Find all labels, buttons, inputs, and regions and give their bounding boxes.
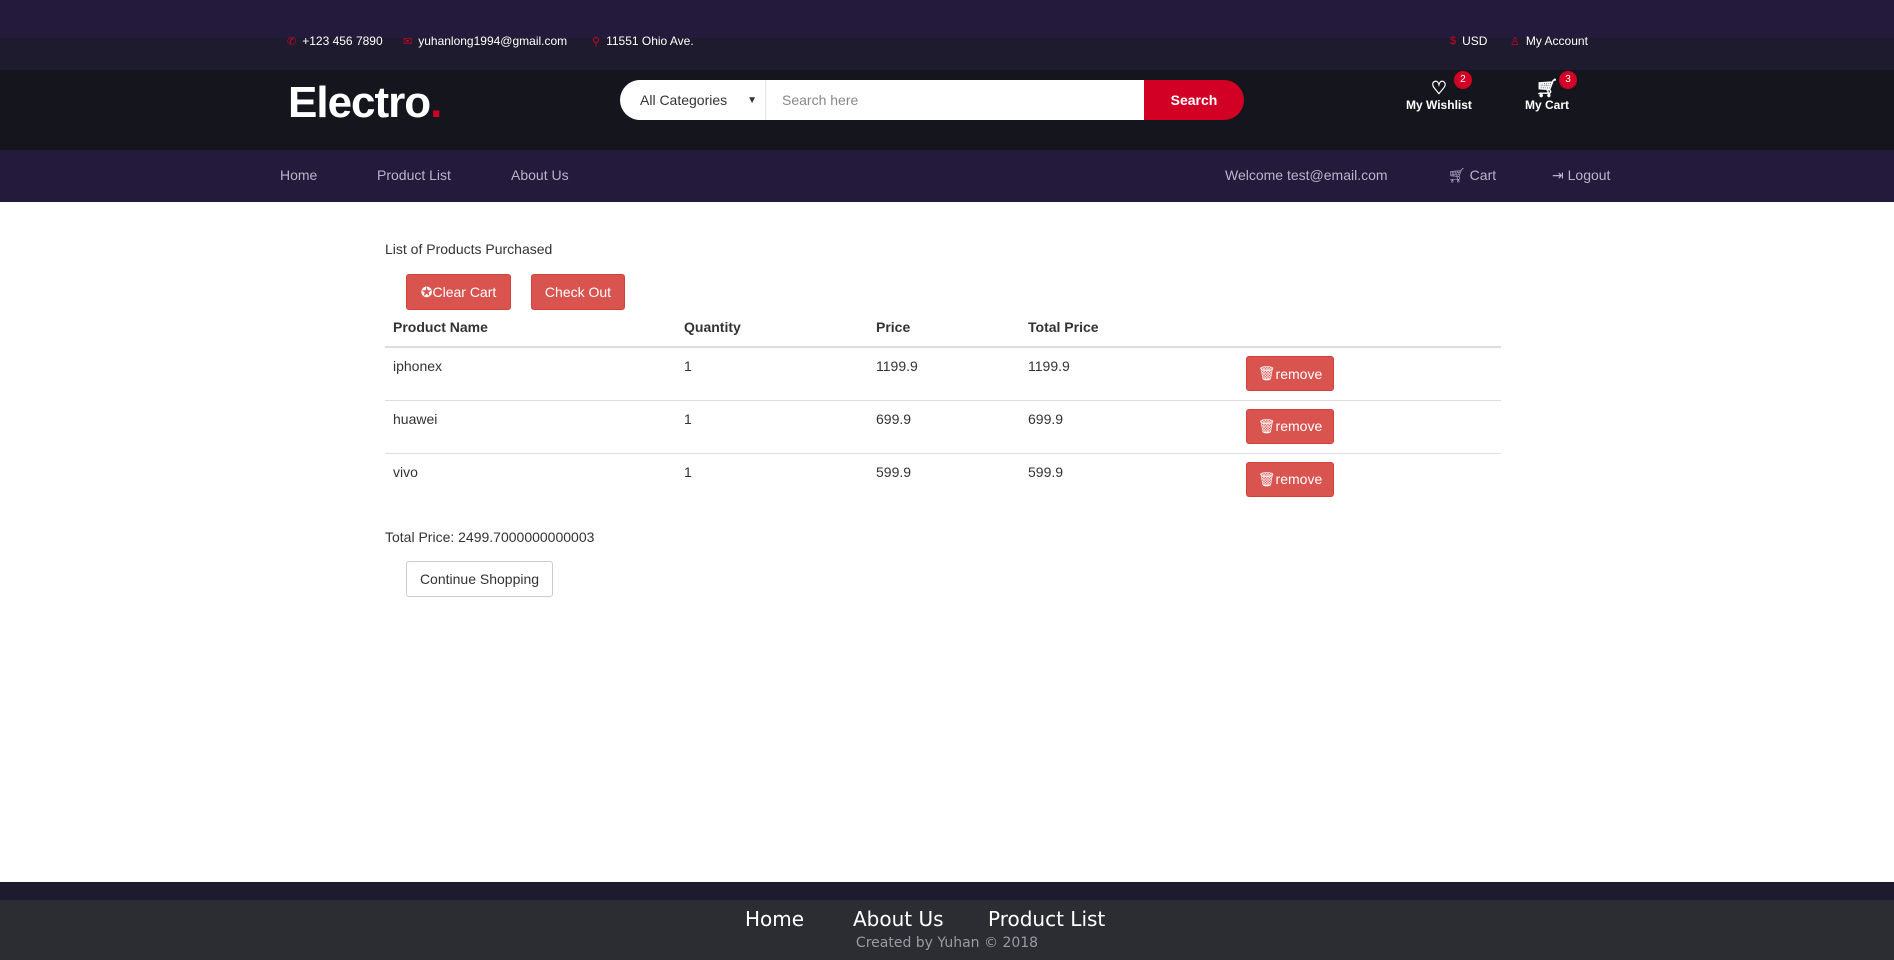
remove-label: remove [1275,418,1323,434]
address-text: 11551 Ohio Ave. [606,34,694,48]
check-out-button[interactable]: Check Out [531,274,625,310]
clear-icon: ✪ [420,283,433,300]
remove-label: remove [1275,471,1323,487]
total-price: 599.9 [1020,452,1238,506]
top-strip [0,0,1894,38]
product-name: iphonex [385,346,676,400]
column-header-actions [1238,317,1501,348]
table-row: huawei 1 699.9 699.9 🗑︎ remove [385,399,1501,453]
footer-inner [0,900,1894,960]
envelope-icon: ✉ [403,35,413,48]
logo[interactable]: Electro. [288,78,442,128]
my-account-link[interactable]: ♙ My Account [1510,34,1588,48]
trash-icon: 🗑︎ [1257,365,1276,381]
footer-link-product-list[interactable]: Product List [988,907,1105,931]
search-bar: All Categories ▼ Search [620,80,1244,120]
scrollbar[interactable] [1876,70,1894,150]
cart-label: My Cart [1525,98,1570,112]
total-price-label: Total Price: 2499.7000000000003 [385,529,595,545]
remove-button[interactable]: 🗑︎ remove [1246,408,1334,444]
nav-home[interactable]: Home [280,167,317,183]
phone-link[interactable]: ✆ +123 456 7890 [287,34,383,48]
main-nav: Home Product List About Us Welcome test@… [0,150,1894,202]
nav-logout[interactable]: ⇥ Logout [1552,167,1610,184]
category-select[interactable]: All Categories ▼ [620,80,766,120]
remove-button[interactable]: 🗑︎ remove [1246,461,1334,497]
nav-welcome[interactable]: Welcome test@email.com [1225,167,1388,183]
continue-shopping-button[interactable]: Continue Shopping [406,561,553,597]
account-text: My Account [1525,34,1588,48]
footer-link-about[interactable]: About Us [853,907,944,931]
total-price: 699.9 [1020,399,1238,453]
quantity: 1 [676,399,868,453]
quantity: 1 [676,452,868,506]
remove-label: remove [1275,365,1323,382]
phone-text: +123 456 7890 [302,34,383,48]
nav-product-list[interactable]: Product List [377,167,451,183]
actions-cell: 🗑︎ remove [1238,452,1501,506]
price: 1199.9 [868,346,1020,400]
phone-icon: ✆ [287,35,297,48]
trash-icon: 🗑︎ [1257,417,1276,434]
column-header: Product Name [385,317,676,348]
currency-text: USD [1462,34,1488,48]
currency-link[interactable]: $ USD [1450,34,1487,48]
chevron-down-icon: ▼ [747,94,757,106]
cart-table: Product Name Quantity Price Total Price … [385,317,1501,506]
user-icon: ♙ [1510,35,1520,48]
page-title: List of Products Purchased [385,241,553,257]
trash-icon: 🗑︎ [1257,470,1276,487]
column-header: Price [868,317,1020,348]
clear-cart-label: Clear Cart [432,284,497,300]
quantity: 1 [676,346,868,400]
logo-dot: . [430,78,442,127]
map-marker-icon: ⚲ [592,35,601,48]
footer-credit: Created by Yuhan © 2018 [855,935,1039,951]
table-row: iphonex 1 1199.9 1199.9 🗑︎ remove [385,346,1501,400]
footer-link-home[interactable]: Home [745,907,804,931]
price: 599.9 [868,452,1020,506]
total-price: 1199.9 [1020,346,1238,400]
product-name: vivo [385,452,676,506]
nav-cart[interactable]: 🛒︎ Cart [1448,167,1496,184]
wishlist-count-badge: 2 [1453,71,1472,89]
logo-text: Electro [288,78,431,127]
dollar-icon: $ [1450,35,1457,47]
nav-cart-label: Cart [1469,167,1497,183]
nav-about[interactable]: About Us [511,167,569,183]
logout-icon: ⇥ [1552,167,1568,183]
search-button[interactable]: Search [1144,80,1244,120]
cart-icon: 🛒︎ [1448,167,1470,183]
clear-cart-button[interactable]: ✪ Clear Cart [406,274,511,310]
remove-button[interactable]: 🗑︎ remove [1246,356,1334,391]
column-header: Total Price [1020,317,1238,348]
actions-cell: 🗑︎ remove [1238,346,1501,400]
email-text: yuhanlong1994@gmail.com [418,34,568,48]
product-name: huawei [385,399,676,453]
email-link[interactable]: ✉ yuhanlong1994@gmail.com [403,34,567,48]
wishlist-link[interactable]: ♡ My Wishlist 2 [1406,71,1472,112]
address-link[interactable]: ⚲ 11551 Ohio Ave. [592,34,694,48]
category-value: All Categories [640,92,728,108]
wishlist-label: My Wishlist [1406,98,1472,112]
nav-logout-label: Logout [1567,167,1611,183]
column-header: Quantity [676,317,868,348]
cart-count-badge: 3 [1559,71,1578,89]
actions-cell: 🗑︎ remove [1238,399,1501,453]
cart-link[interactable]: 🛒︎ My Cart 3 [1525,71,1578,112]
search-input[interactable] [766,80,1144,120]
price: 699.9 [868,399,1020,453]
table-row: vivo 1 599.9 599.9 🗑︎ remove [385,452,1501,506]
